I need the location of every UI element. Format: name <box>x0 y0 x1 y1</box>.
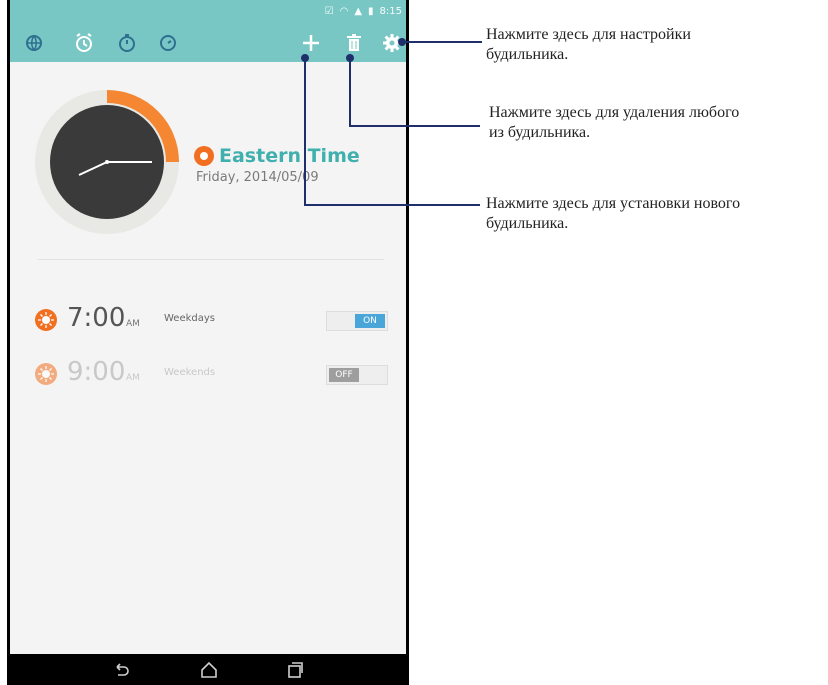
status-bar: ☑ ◠ ▲ ▮ 8:15 <box>10 0 406 24</box>
alarm-toggle[interactable]: OFF <box>326 365 388 385</box>
alarm-ampm: AM <box>126 319 140 329</box>
timer-icon[interactable] <box>156 31 180 55</box>
navigation-bar <box>7 654 409 685</box>
callout-add-line2: будильника. <box>486 215 569 232</box>
toggle-label: ON <box>355 314 385 328</box>
battery-icon: ▮ <box>368 6 374 17</box>
screenshot-notification-icon: ☑ <box>324 6 334 17</box>
callout-add: Нажмите здесь для установки нового будил… <box>486 194 740 234</box>
callout-line-settings <box>402 41 482 43</box>
analog-clock <box>34 89 180 235</box>
callout-delete: Нажмите здесь для удаления любого из буд… <box>489 103 739 143</box>
recent-apps-icon[interactable] <box>285 660 305 680</box>
alarm-item[interactable]: 7:00 AM Weekdays ON <box>34 302 394 338</box>
alarm-repeat-days: Weekends <box>164 367 216 378</box>
trash-icon[interactable] <box>342 31 366 55</box>
callout-line-delete-v <box>349 58 351 127</box>
toggle-label: OFF <box>329 368 359 382</box>
sun-icon <box>35 309 57 331</box>
alarm-time: 7:00 <box>67 303 126 333</box>
timezone-name: Eastern Time <box>219 145 360 167</box>
callout-add-line1: Нажмите здесь для установки нового <box>486 195 741 212</box>
sun-icon <box>35 363 57 385</box>
timezone-row[interactable]: Eastern Time <box>194 145 360 167</box>
wifi-icon: ◠ <box>339 6 349 17</box>
clock-app-screen: ☑ ◠ ▲ ▮ 8:15 Eastern Time Friday, 2014/0… <box>10 0 406 654</box>
callout-delete-line2: из будильника. <box>489 124 591 141</box>
back-icon[interactable] <box>111 660 131 680</box>
alarm-clock-icon[interactable] <box>72 31 96 55</box>
home-icon[interactable] <box>199 660 219 680</box>
alarm-ampm: AM <box>126 373 140 383</box>
globe-icon[interactable] <box>22 31 46 55</box>
plus-icon[interactable] <box>299 31 323 55</box>
stopwatch-icon[interactable] <box>115 31 139 55</box>
alarm-time: 9:00 <box>67 357 126 387</box>
alarm-toggle[interactable]: ON <box>326 311 388 331</box>
callout-delete-line1: Нажмите здесь для удаления любого <box>489 104 740 121</box>
callout-line-add-h <box>304 204 480 206</box>
status-time: 8:15 <box>379 6 402 17</box>
alarm-repeat-days: Weekdays <box>164 313 216 324</box>
callout-settings-line1: Нажмите здесь для настройки <box>486 26 691 43</box>
divider <box>38 259 384 260</box>
daytime-sun-icon <box>194 146 214 166</box>
callout-settings-line2: будильника. <box>486 46 569 63</box>
current-date: Friday, 2014/05/09 <box>196 170 319 185</box>
callout-line-delete-h <box>349 125 480 127</box>
signal-icon: ▲ <box>354 6 363 17</box>
callout-settings: Нажмите здесь для настройки будильника. <box>486 25 691 65</box>
callout-line-add-v <box>304 58 306 206</box>
alarm-item[interactable]: 9:00 AM Weekends OFF <box>34 356 394 392</box>
